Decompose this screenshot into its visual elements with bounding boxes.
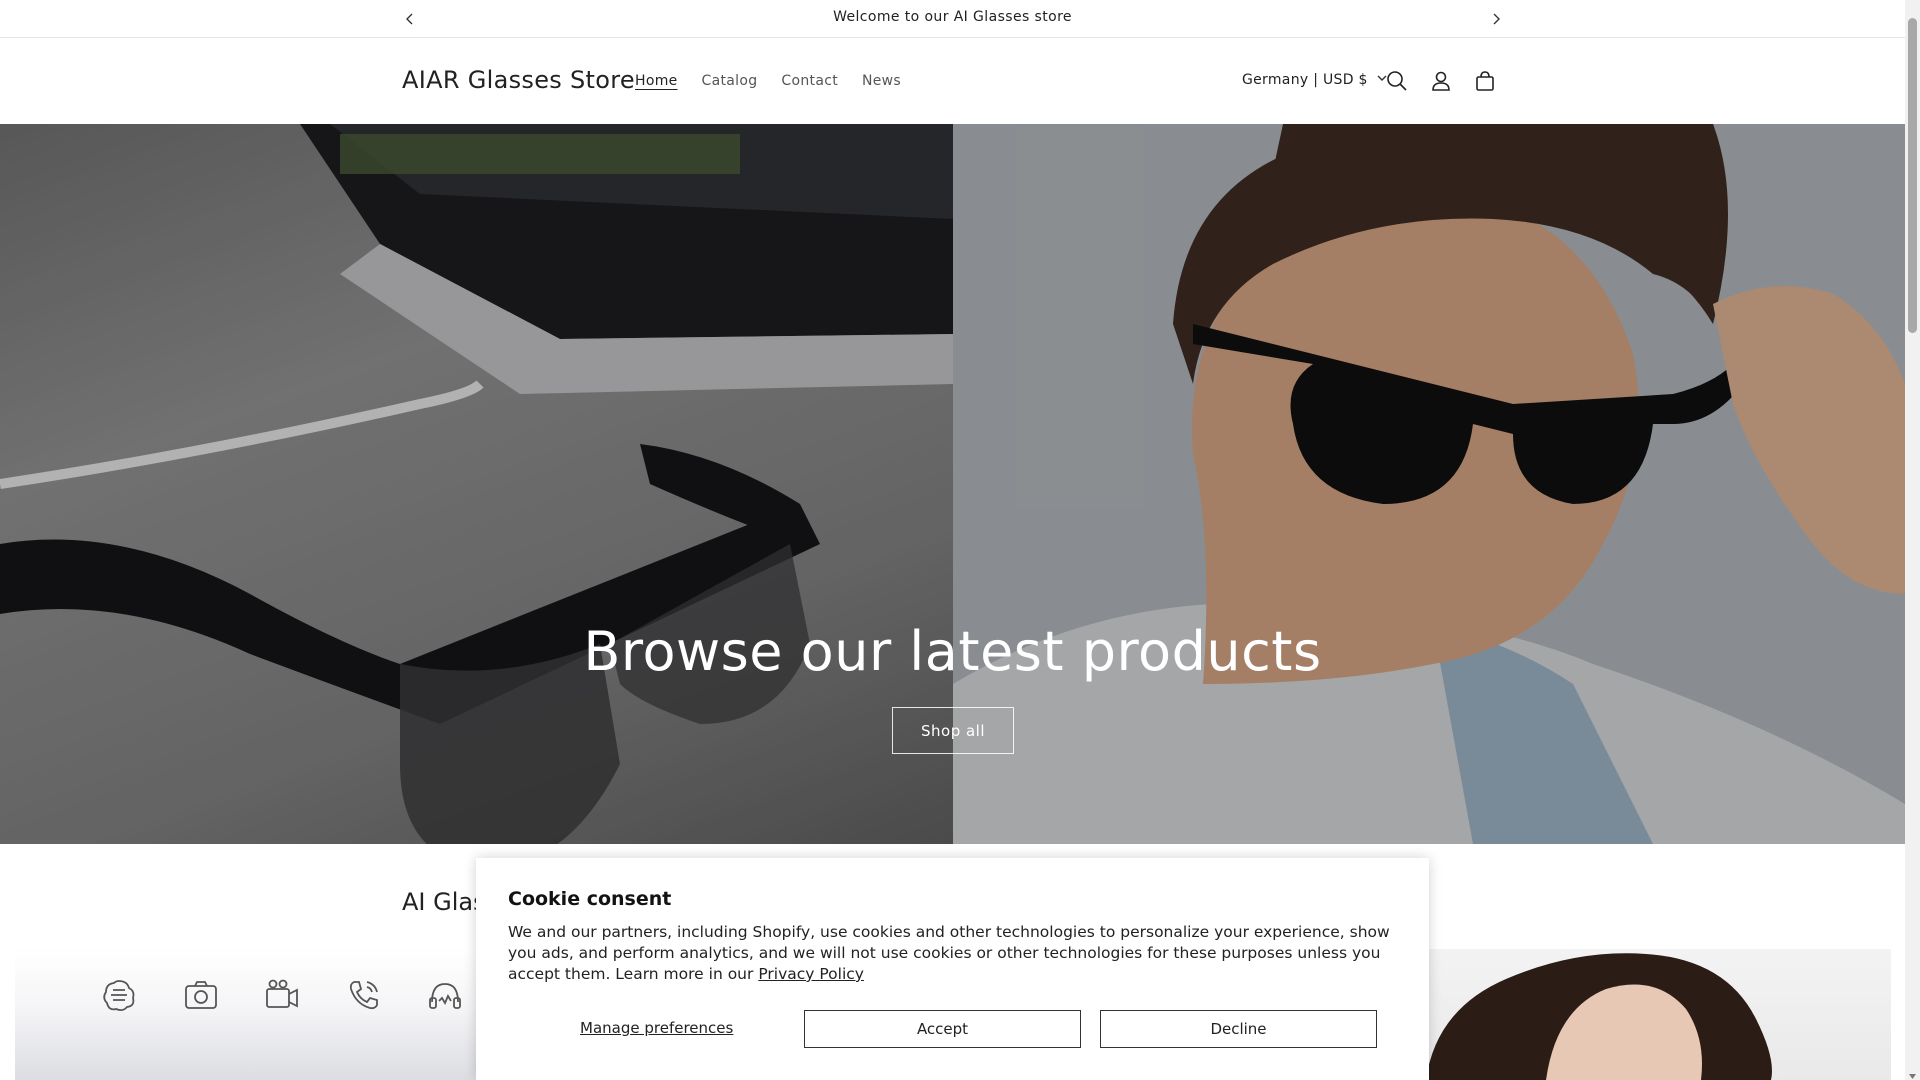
account-icon[interactable] (1428, 68, 1454, 94)
store-logo[interactable]: AIAR Glasses Store (402, 66, 635, 94)
accept-button[interactable]: Accept (804, 1010, 1081, 1048)
cookie-body: We and our partners, including Shopify, … (508, 922, 1398, 985)
hero-title: Browse our latest products (583, 620, 1322, 683)
scrollbar-thumb[interactable] (1908, 18, 1917, 333)
phone-call-icon (345, 976, 383, 1014)
nav-home[interactable]: Home (635, 73, 678, 89)
search-icon[interactable] (1384, 68, 1410, 94)
hero-image-glasses-laptop (0, 124, 953, 844)
promo-image-woman (1426, 949, 1891, 1080)
shop-all-button[interactable]: Shop all (892, 707, 1014, 754)
chevron-right-icon[interactable] (1486, 9, 1506, 29)
manage-preferences-link[interactable]: Manage preferences (580, 1019, 733, 1037)
decline-button[interactable]: Decline (1100, 1010, 1377, 1048)
hero-image-man-sunglasses (953, 124, 1905, 844)
hero-banner: Browse our latest products Shop all (0, 124, 1905, 844)
cookie-body-text: We and our partners, including Shopify, … (508, 923, 1390, 983)
cart-icon[interactable] (1472, 68, 1498, 94)
nav-catalog[interactable]: Catalog (702, 73, 758, 89)
locale-label: Germany | USD $ (1242, 72, 1368, 88)
main-nav: Home Catalog Contact News (635, 73, 925, 89)
page-scrollbar[interactable] (1905, 0, 1920, 1080)
video-icon (263, 976, 301, 1014)
scroll-down-icon[interactable] (1908, 1066, 1917, 1079)
site-header: AIAR Glasses Store Home Catalog Contact … (0, 38, 1905, 124)
nav-news[interactable]: News (862, 73, 901, 89)
section-title: AI Glas (402, 888, 486, 916)
feature-icons-strip (15, 948, 485, 1080)
announcement-message: Welcome to our AI Glasses store (833, 9, 1072, 25)
ai-chip-icon (100, 976, 138, 1014)
announcement-bar: Welcome to our AI Glasses store (0, 0, 1905, 38)
locale-selector[interactable]: Germany | USD $ (1242, 72, 1388, 88)
cookie-consent-dialog: Cookie consent We and our partners, incl… (476, 858, 1429, 1080)
camera-icon (182, 976, 220, 1014)
cookie-title: Cookie consent (508, 888, 672, 910)
nav-contact[interactable]: Contact (781, 73, 838, 89)
privacy-policy-link[interactable]: Privacy Policy (758, 965, 864, 983)
headphones-icon (426, 976, 464, 1014)
